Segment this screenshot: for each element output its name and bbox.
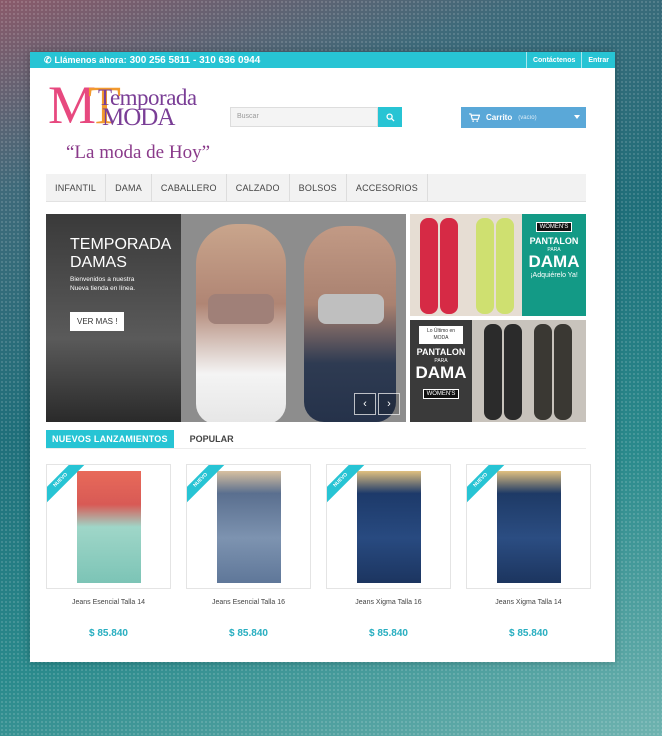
logo-tagline: “La moda de Hoy” bbox=[66, 142, 211, 163]
nav-item-bolsos[interactable]: BOLSOS bbox=[290, 174, 347, 201]
cart-label: Carrito bbox=[486, 113, 513, 122]
slider-prev-button[interactable]: ‹ bbox=[354, 393, 376, 415]
logo-brand: Temporada MODA bbox=[98, 85, 197, 131]
product-card[interactable]: NUEVO Jeans Esencial Talla 16 $ 85.840 bbox=[186, 464, 311, 639]
model-photo-left bbox=[196, 224, 286, 422]
login-link[interactable]: Entrar bbox=[581, 52, 615, 68]
ver-mas-button[interactable]: VER MAS ! bbox=[70, 312, 125, 331]
store-page: ✆ Llámenos ahora: 300 256 5811 - 310 636… bbox=[30, 52, 615, 662]
phone-label: Llámenos ahora: bbox=[54, 55, 127, 65]
slider-title: TEMPORADA DAMAS bbox=[70, 236, 172, 271]
chevron-left-icon: ‹ bbox=[363, 398, 367, 410]
promo-banner-bottom[interactable]: Lo Último en MODA PANTALON PARA DAMA WOM… bbox=[410, 320, 586, 422]
tab-popular[interactable]: POPULAR bbox=[190, 434, 234, 444]
contact-link[interactable]: Contáctenos bbox=[525, 52, 581, 68]
promo-banner-top[interactable]: WOMEN'S PANTALON PARA DAMA ¡Adquiérelo Y… bbox=[410, 214, 586, 316]
product-image[interactable]: NUEVO bbox=[466, 464, 591, 589]
phone-numbers: 300 256 5811 - 310 636 0944 bbox=[129, 54, 261, 66]
chevron-right-icon: › bbox=[387, 398, 391, 410]
product-price: $ 85.840 bbox=[89, 628, 128, 639]
phone-info: ✆ Llámenos ahora: 300 256 5811 - 310 636… bbox=[44, 55, 260, 66]
slider-subtitle: Bienvenidos a nuestra Nueva tienda en lí… bbox=[70, 276, 136, 292]
product-card[interactable]: NUEVO Jeans Xigma Talla 14 $ 85.840 bbox=[466, 464, 591, 639]
main-nav: INFANTIL DAMA CABALLERO CALZADO BOLSOS A… bbox=[46, 174, 586, 202]
product-grid: NUEVO Jeans Esencial Talla 14 $ 85.840 N… bbox=[46, 464, 591, 639]
product-price: $ 85.840 bbox=[369, 628, 408, 639]
product-name[interactable]: Jeans Esencial Talla 16 bbox=[186, 599, 311, 606]
product-name[interactable]: Jeans Xigma Talla 16 bbox=[326, 599, 451, 606]
nav-item-caballero[interactable]: CABALLERO bbox=[152, 174, 227, 201]
cart-icon bbox=[469, 113, 480, 122]
header: MT Temporada MODA “La moda de Hoy” Busca… bbox=[30, 68, 615, 173]
nav-item-accesorios[interactable]: ACCESORIOS bbox=[347, 174, 428, 201]
promo-top-panel: WOMEN'S PANTALON PARA DAMA ¡Adquiérelo Y… bbox=[522, 214, 586, 316]
product-image[interactable]: NUEVO bbox=[186, 464, 311, 589]
phone-icon: ✆ bbox=[44, 54, 52, 65]
product-name[interactable]: Jeans Xigma Talla 14 bbox=[466, 599, 591, 606]
nav-item-dama[interactable]: DAMA bbox=[106, 174, 152, 201]
product-image[interactable]: NUEVO bbox=[326, 464, 451, 589]
promo-badge: Lo Último en MODA bbox=[419, 326, 463, 344]
hero-slider: TEMPORADA DAMAS Bienvenidos a nuestra Nu… bbox=[46, 214, 406, 422]
search-button[interactable] bbox=[378, 107, 402, 127]
product-tabs: NUEVOS LANZAMIENTOS POPULAR bbox=[46, 429, 586, 449]
top-bar: ✆ Llámenos ahora: 300 256 5811 - 310 636… bbox=[30, 52, 615, 68]
product-price: $ 85.840 bbox=[509, 628, 548, 639]
cart-status: (vacío) bbox=[518, 114, 537, 121]
product-price: $ 85.840 bbox=[229, 628, 268, 639]
search-icon bbox=[385, 112, 395, 122]
chevron-down-icon bbox=[574, 115, 580, 119]
site-logo[interactable]: MT Temporada MODA “La moda de Hoy” bbox=[46, 78, 212, 170]
nav-item-infantil[interactable]: INFANTIL bbox=[46, 174, 107, 201]
slider-next-button[interactable]: › bbox=[378, 393, 400, 415]
search-box: Buscar bbox=[230, 107, 402, 127]
search-input[interactable]: Buscar bbox=[230, 107, 378, 127]
product-name[interactable]: Jeans Esencial Talla 14 bbox=[46, 599, 171, 606]
nav-item-calzado[interactable]: CALZADO bbox=[227, 174, 290, 201]
product-card[interactable]: NUEVO Jeans Esencial Talla 14 $ 85.840 bbox=[46, 464, 171, 639]
product-card[interactable]: NUEVO Jeans Xigma Talla 16 $ 85.840 bbox=[326, 464, 451, 639]
cart-button[interactable]: Carrito (vacío) bbox=[461, 107, 586, 128]
promo-bottom-panel: Lo Último en MODA PANTALON PARA DAMA WOM… bbox=[410, 320, 472, 422]
tab-nuevos-lanzamientos[interactable]: NUEVOS LANZAMIENTOS bbox=[46, 429, 174, 448]
top-links: Contáctenos Entrar bbox=[525, 52, 615, 68]
product-image[interactable]: NUEVO bbox=[46, 464, 171, 589]
